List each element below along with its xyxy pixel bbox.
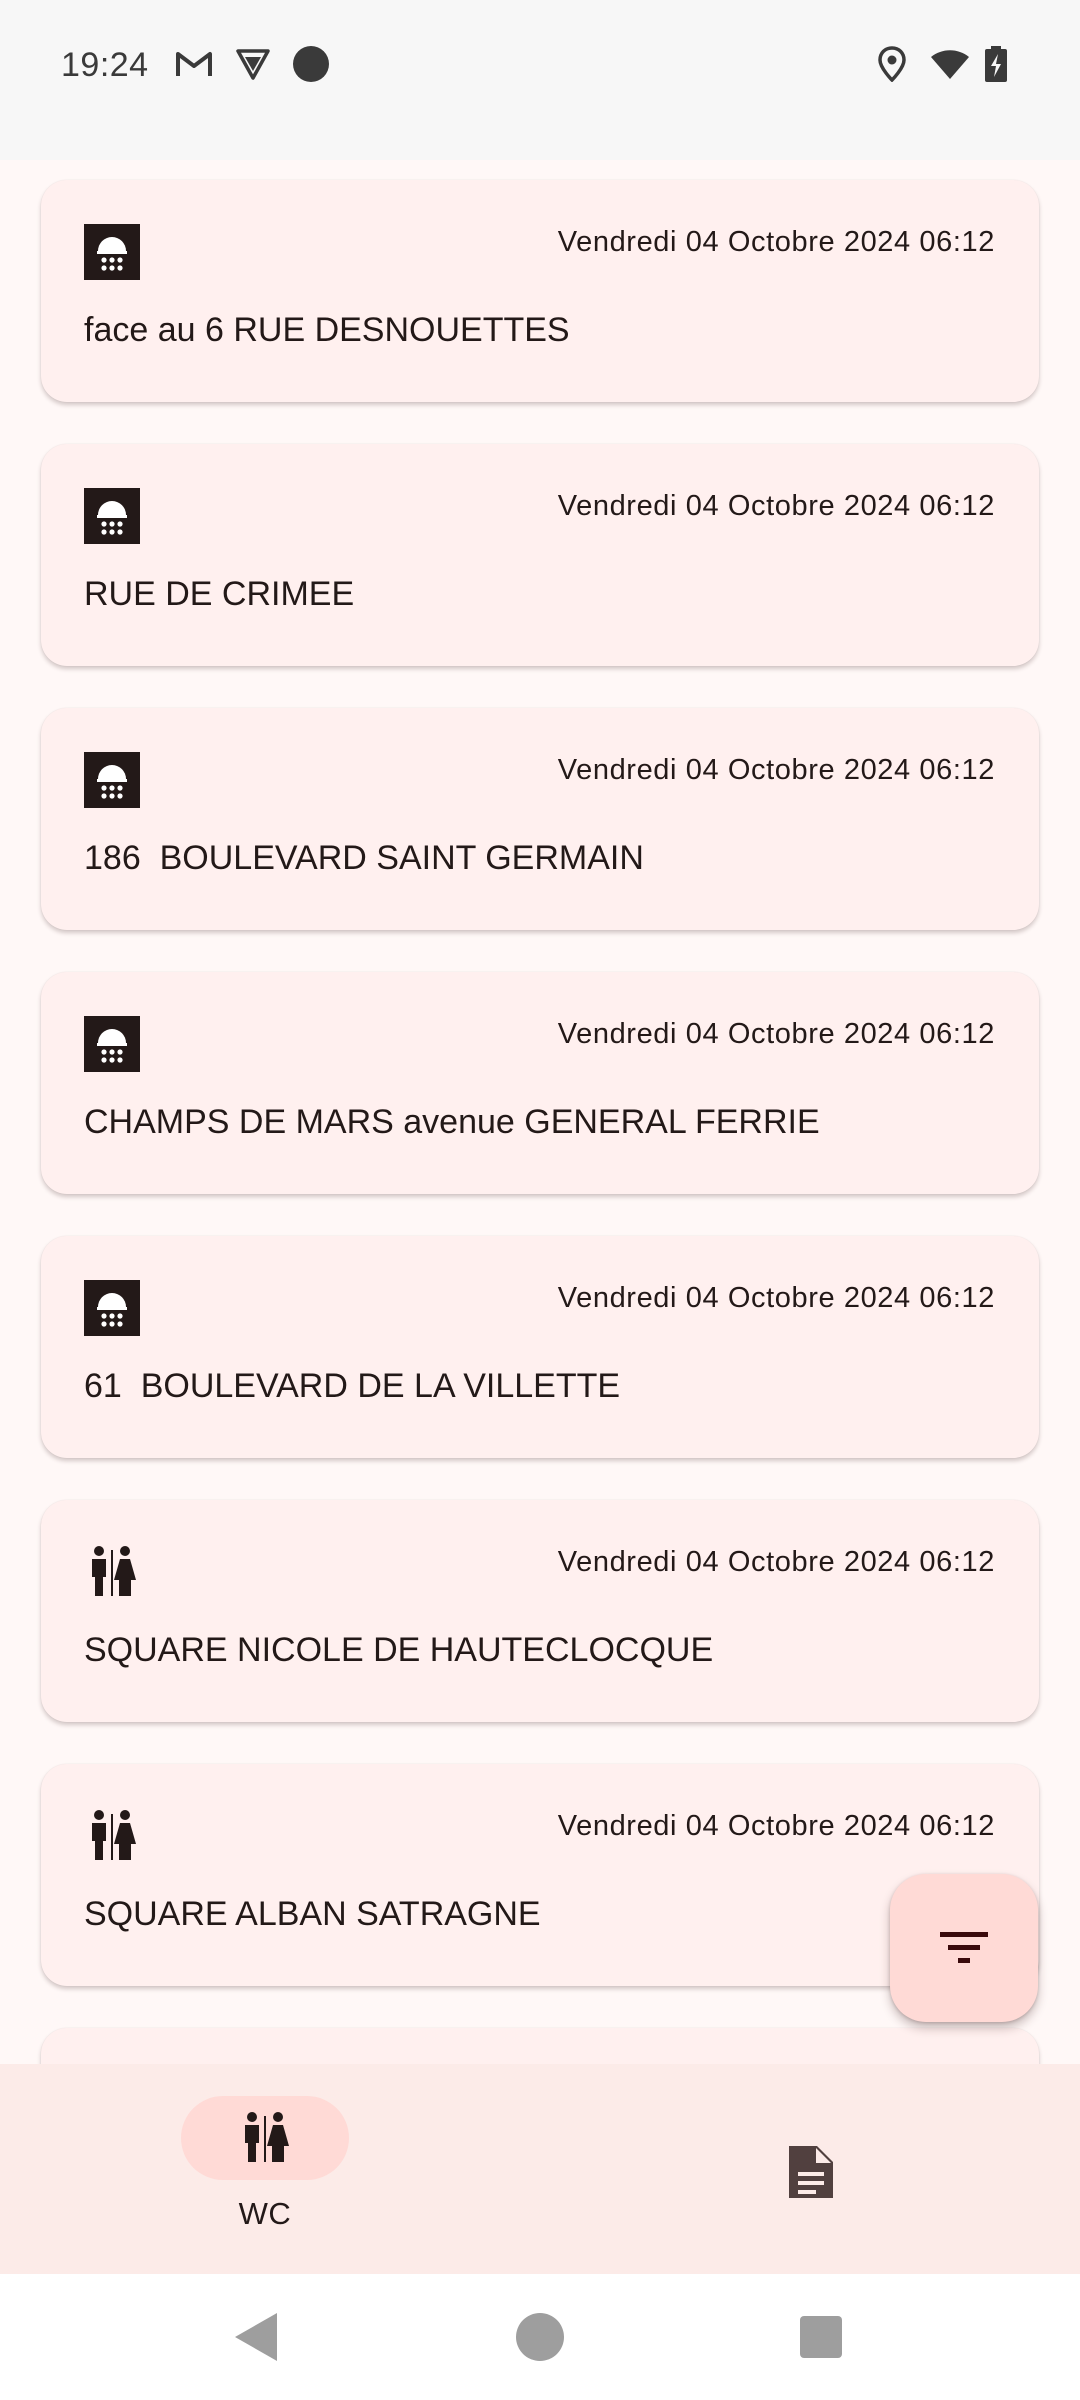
item-date: Vendredi 04 Octobre 2024 06:12 <box>557 1282 995 1314</box>
status-bar: 19:24 <box>0 0 1080 160</box>
item-address: RUE DE CRIMEE <box>84 575 355 613</box>
wc-icon <box>84 1544 140 1600</box>
nav-label-wc: WC <box>238 2196 292 2231</box>
bottom-navigation: WC <box>0 2064 1080 2274</box>
item-date: Vendredi 04 Octobre 2024 06:12 <box>557 490 995 522</box>
nav-item-documents[interactable] <box>540 2064 1080 2274</box>
shower-icon <box>84 1016 140 1072</box>
shower-icon <box>84 1280 140 1336</box>
home-icon[interactable] <box>510 2307 570 2367</box>
list-item[interactable]: Vendredi 04 Octobre 2024 06:12 RUE DE CRI… <box>41 444 1039 666</box>
shower-icon <box>84 224 140 280</box>
item-address: CHAMPS DE MARS avenue GENERAL FERRIE <box>84 1103 820 1141</box>
filter-button[interactable] <box>890 1874 1038 2022</box>
toilet-list[interactable]: Vendredi 04 Octobre 2024 06:12 face au 6 … <box>0 160 1080 2064</box>
item-date: Vendredi 04 Octobre 2024 06:12 <box>557 1018 995 1050</box>
nav-item-wc[interactable]: WC <box>0 2064 540 2274</box>
item-address: 61 BOULEVARD DE LA VILLETTE <box>84 1367 621 1405</box>
item-address: face au 6 RUE DESNOUETTES <box>84 311 570 349</box>
list-item[interactable]: Vendredi 04 Octobre 2024 06:12 face au 6 … <box>41 180 1039 402</box>
list-item[interactable]: Vendredi 04 Octobre 2024 06:12 61 BOULEVA… <box>41 1236 1039 1458</box>
shower-icon <box>84 488 140 544</box>
wc-icon <box>84 1808 140 1864</box>
list-item[interactable]: Vendredi 04 Octobre 2024 06:12 186 BOULEV… <box>41 708 1039 930</box>
item-address: 186 BOULEVARD SAINT GERMAIN <box>84 839 644 877</box>
document-icon <box>789 2146 833 2198</box>
record-dot-icon <box>291 44 331 84</box>
item-address: SQUARE NICOLE DE HAUTECLOCQUE <box>84 1631 714 1669</box>
item-date: Vendredi 04 Octobre 2024 06:12 <box>557 1546 995 1578</box>
wifi-icon <box>930 44 970 84</box>
list-item[interactable]: Vendredi 04 Octobre 2024 06:12 SQUARE NIC… <box>41 1500 1039 1722</box>
recents-icon[interactable] <box>791 2307 851 2367</box>
item-address: SQUARE ALBAN SATRAGNE <box>84 1895 541 1933</box>
back-icon[interactable] <box>227 2307 287 2367</box>
shower-icon <box>84 752 140 808</box>
list-item[interactable]: Vendredi 04 Octobre 2024 06:12 CHAMPS DE … <box>41 972 1039 1194</box>
item-date: Vendredi 04 Octobre 2024 06:12 <box>557 226 995 258</box>
filter-icon <box>940 1932 988 1963</box>
nav-active-indicator <box>181 2096 349 2180</box>
vpn-shield-icon <box>233 44 273 84</box>
list-item-partial[interactable] <box>41 2028 1039 2064</box>
wc-icon <box>245 2112 289 2162</box>
system-navigation-bar <box>0 2274 1080 2400</box>
status-time: 19:24 <box>61 46 149 84</box>
item-date: Vendredi 04 Octobre 2024 06:12 <box>557 1810 995 1842</box>
battery-charging-icon <box>976 44 1016 84</box>
item-date: Vendredi 04 Octobre 2024 06:12 <box>557 754 995 786</box>
gmail-icon <box>174 44 214 84</box>
location-icon <box>872 44 912 84</box>
